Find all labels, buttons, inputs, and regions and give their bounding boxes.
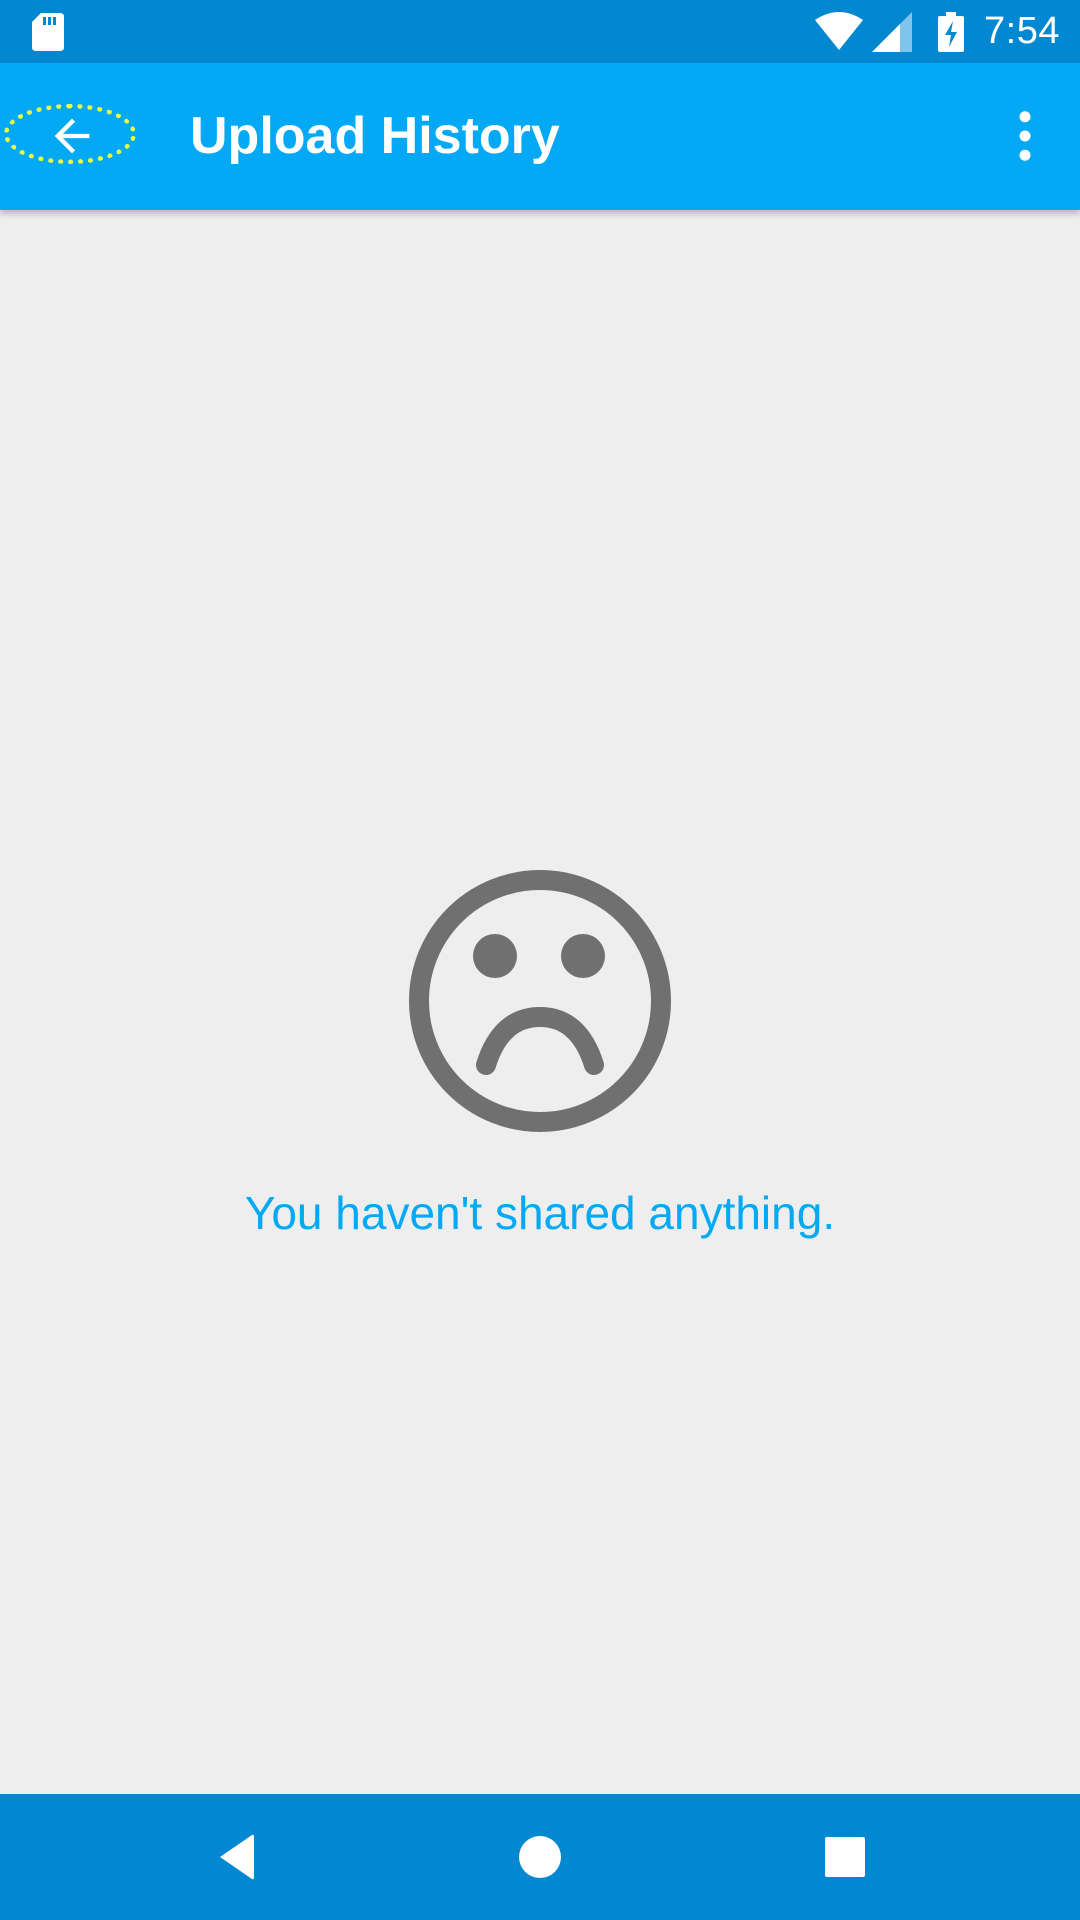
- battery-charging-icon: [938, 11, 965, 52]
- more-options-button[interactable]: [992, 103, 1058, 169]
- status-bar: 7:54: [0, 0, 1080, 63]
- recents-square-icon: [825, 1837, 865, 1877]
- more-vert-icon: [1019, 111, 1031, 161]
- status-icons: 7:54: [814, 0, 1060, 63]
- empty-state-message: You haven't shared anything.: [244, 1187, 836, 1239]
- back-triangle-icon: [220, 1834, 254, 1880]
- cell-signal-icon: [872, 11, 913, 52]
- arrow-back-icon: [54, 118, 90, 154]
- system-nav-bar: [0, 1794, 1080, 1920]
- system-recents-button[interactable]: [810, 1822, 880, 1892]
- status-clock: 7:54: [984, 10, 1060, 52]
- home-circle-icon: [519, 1836, 561, 1878]
- system-back-button[interactable]: [200, 1822, 270, 1892]
- system-home-button[interactable]: [505, 1822, 575, 1892]
- screen: 7:54 Upload History You haven't shared a…: [0, 0, 1080, 1920]
- sad-face-icon: [409, 870, 671, 1132]
- page-title: Upload History: [190, 107, 560, 165]
- app-toolbar: Upload History: [0, 63, 1080, 210]
- sd-card-icon: [32, 13, 64, 51]
- navigate-up-button[interactable]: [2, 102, 142, 170]
- wifi-icon: [815, 11, 864, 50]
- empty-state: You haven't shared anything.: [0, 868, 1080, 1240]
